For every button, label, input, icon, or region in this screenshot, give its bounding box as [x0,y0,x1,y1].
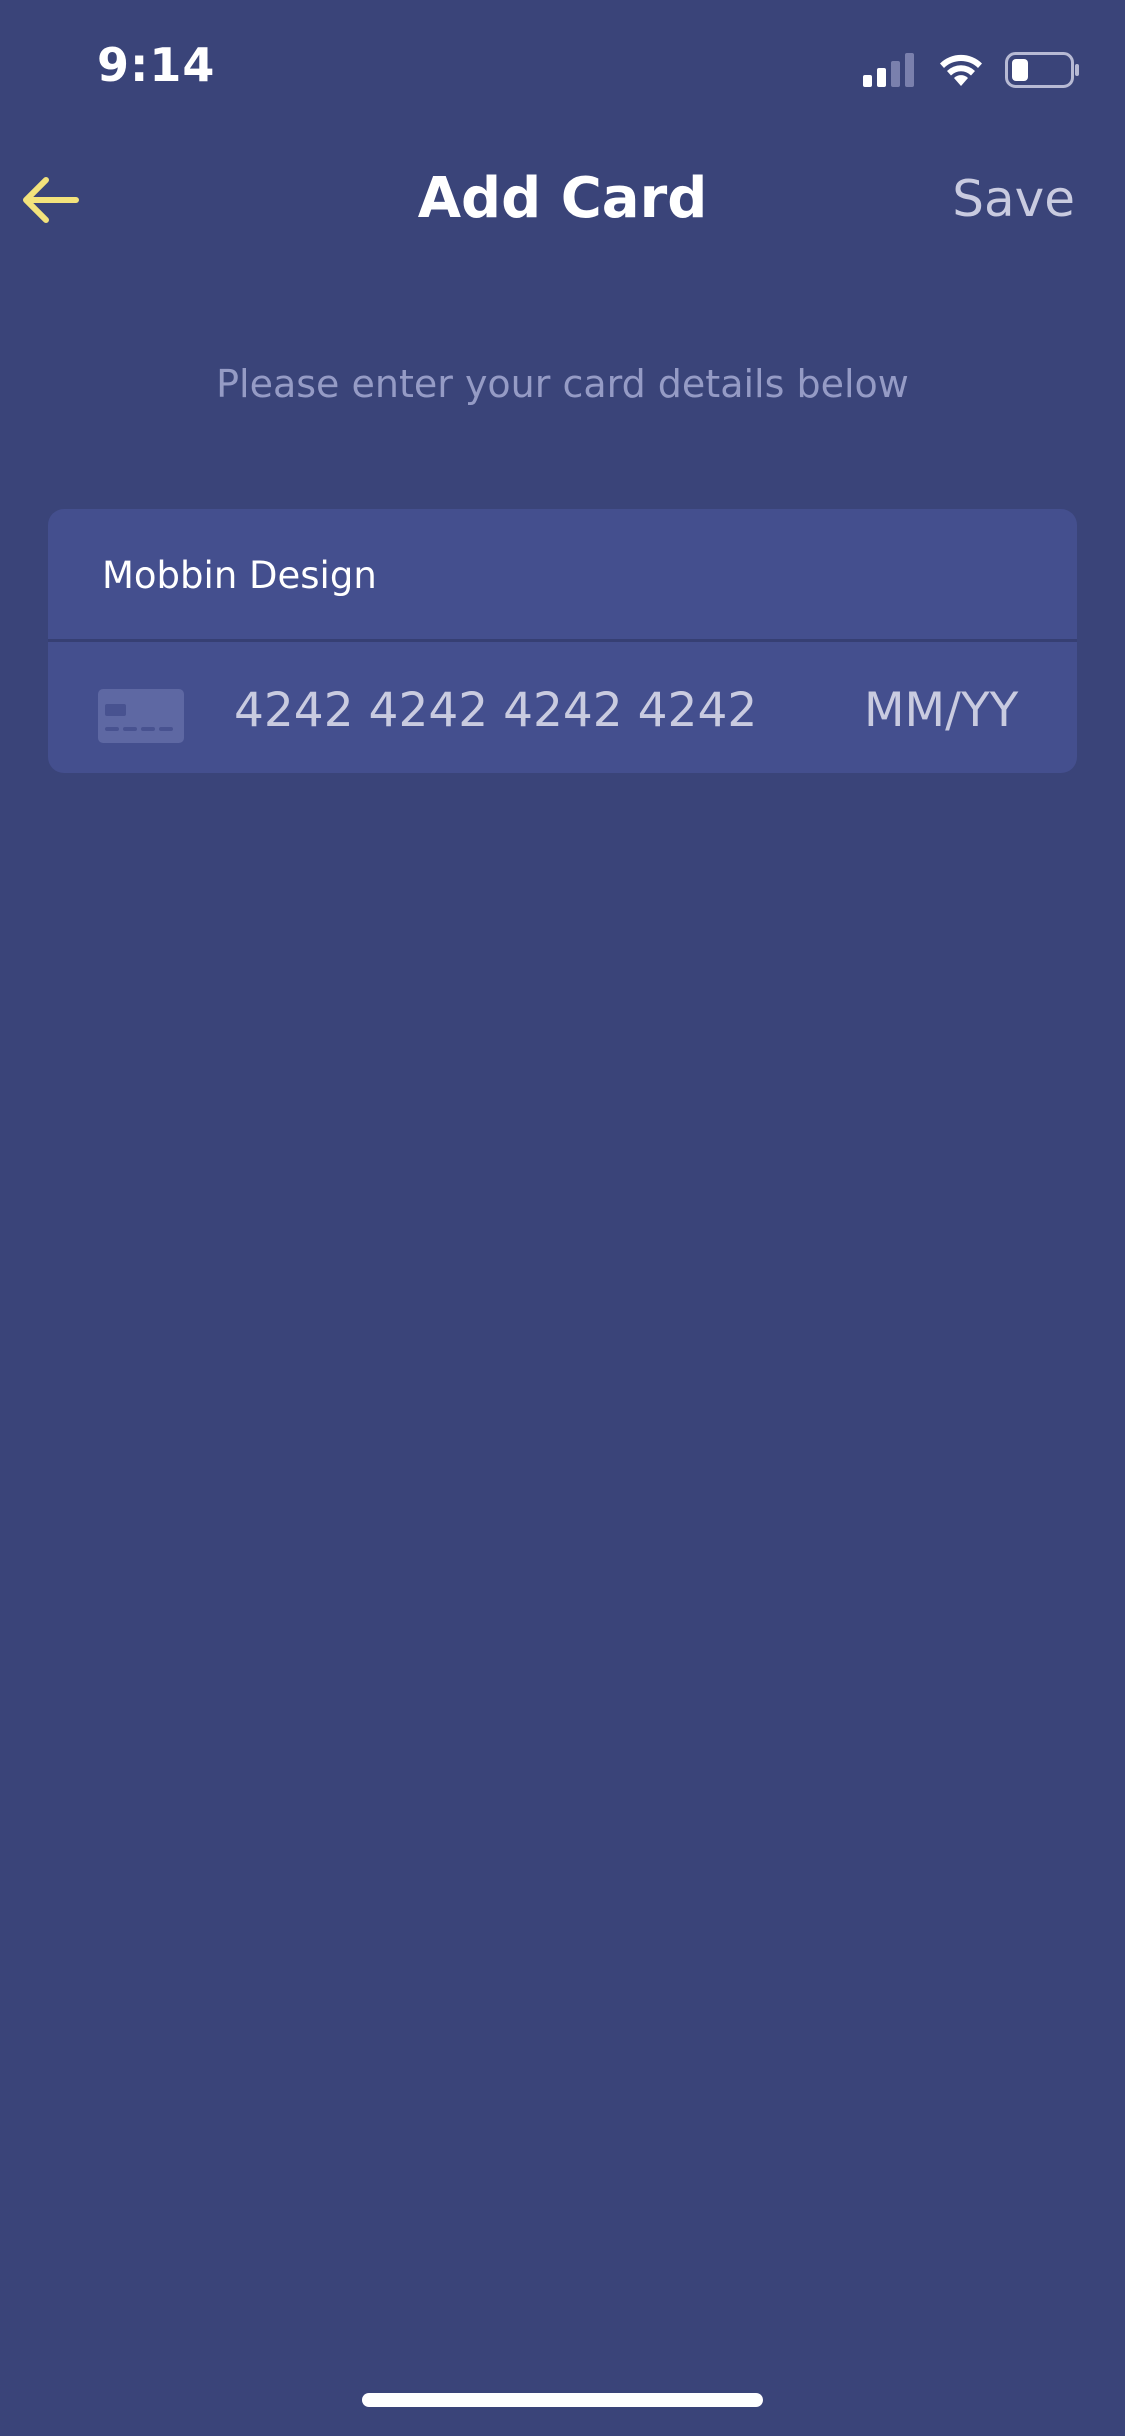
battery-icon [1005,52,1079,88]
status-icons [863,50,1081,90]
cellular-signal-icon [863,53,914,87]
save-button[interactable]: Save [952,170,1075,228]
status-bar: 9:14 [0,0,1125,140]
status-time: 9:14 [97,38,216,92]
wifi-icon [940,54,982,86]
cardholder-name-row [48,509,1077,642]
card-form [48,509,1077,773]
credit-card-icon [98,689,184,743]
expiry-date-input[interactable] [864,672,1054,748]
cardholder-name-input[interactable] [102,541,1002,609]
card-number-row [48,642,1077,773]
instruction-text: Please enter your card details below [216,362,909,406]
card-number-input[interactable] [234,672,794,748]
navigation-bar: Add Card Save [0,150,1125,250]
home-indicator [362,2393,763,2407]
